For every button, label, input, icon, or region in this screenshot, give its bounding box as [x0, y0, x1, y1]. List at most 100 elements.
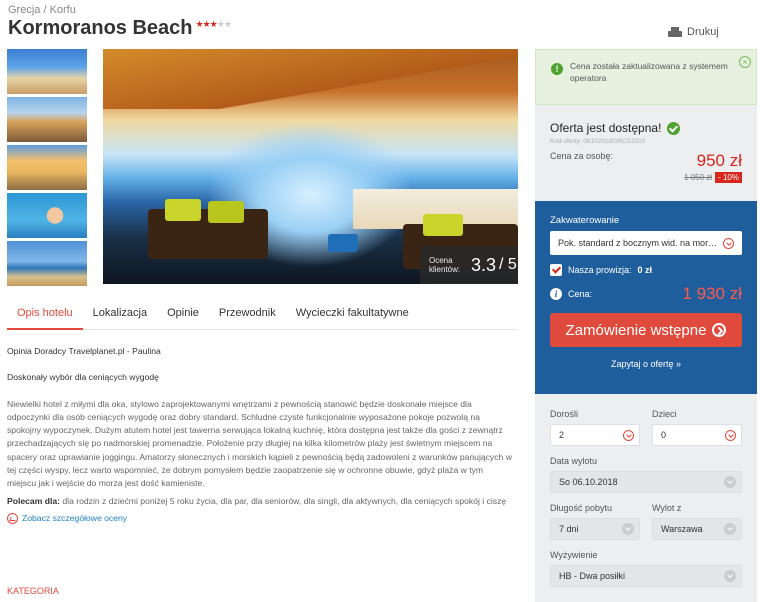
page-title: Kormoranos Beach [8, 17, 193, 39]
recommended-for-text: dla rodzin z dziećmi poniżej 5 roku życi… [60, 495, 507, 506]
board-label: Wyżywienie [550, 550, 598, 560]
departure-city-select[interactable]: Warszawa [652, 518, 742, 540]
departure-city-value: Warszawa [661, 524, 703, 534]
photo-cushion [165, 199, 201, 221]
hotel-stars: ★★★★★ [195, 19, 232, 30]
board-group: Wyżywienie HB - Dwa posiłki [550, 550, 742, 587]
commission-checkbox[interactable] [550, 264, 562, 276]
printer-icon [668, 26, 682, 38]
customer-rating-box: Ocena klientów: 3.3 / 5 [420, 246, 518, 284]
accommodation-select[interactable]: Pok. standard z bocznym wid. na mor… [550, 231, 742, 255]
trip-options-form: Dorośli 2 Dzieci 0 Data wylotu So 06.10.… [535, 394, 757, 597]
detailed-ratings-link[interactable]: Zobacz szczegółowe oceny [7, 512, 512, 525]
accommodation-label: Zakwaterowanie [550, 215, 620, 226]
children-group: Dzieci 0 [652, 409, 742, 446]
chevron-down-icon [724, 570, 736, 582]
children-value: 0 [661, 430, 667, 440]
recommended-for-label: Polecam dla: [7, 495, 61, 506]
departure-date-select[interactable]: So 06.10.2018 [550, 471, 742, 493]
breadcrumb[interactable]: Grecja / Korfu [8, 4, 76, 16]
offer-code: Kod oferty: 06102018GRCS2310 [550, 138, 646, 145]
exclamation-icon: ! [551, 63, 563, 75]
departure-city-label: Wylot z [652, 503, 682, 513]
offer-status: Oferta jest dostępna! [550, 121, 742, 135]
offer-status-text: Oferta jest dostępna! [550, 121, 662, 135]
departure-date-label: Data wylotu [550, 456, 598, 466]
gallery-thumbnail[interactable] [7, 193, 87, 238]
ask-about-offer-link[interactable]: Zapytaj o ofertę » [550, 359, 742, 369]
advisor-opinion-title: Opinia Doradcy Travelplanet.pl - Paulina [7, 346, 161, 356]
chart-icon [7, 513, 18, 525]
tab-hotel-description[interactable]: Opis hotelu [7, 307, 83, 330]
gallery-thumbnail[interactable] [7, 97, 87, 142]
close-icon[interactable]: × [739, 56, 751, 68]
tab-location[interactable]: Lokalizacja [83, 307, 157, 330]
rating-value: 3.3 [471, 254, 497, 275]
notice-text: Cena została zaktualizowana z systemem o… [570, 61, 728, 83]
hotel-tabs: Opis hotelu Lokalizacja Opinie Przewodni… [7, 307, 518, 330]
category-heading: KATEGORIA [7, 586, 59, 596]
duration-value: 7 dni [559, 524, 579, 534]
price-column: 950 zł 1 050 zł - 10% [684, 151, 742, 183]
adults-label: Dorośli [550, 409, 579, 419]
price-row: Cena za osobę: 950 zł 1 050 zł - 10% [550, 151, 742, 183]
price-per-person: 950 zł [696, 151, 742, 170]
duration-select[interactable]: 7 dni [550, 518, 640, 540]
old-price-row: 1 050 zł - 10% [684, 172, 742, 183]
gallery-thumbnail[interactable] [7, 241, 87, 286]
commission-row: Nasza prowizja: 0 zł [550, 264, 742, 276]
chevron-down-icon [724, 476, 736, 488]
chevron-down-icon [723, 237, 734, 249]
gallery-thumbnail[interactable] [7, 145, 87, 190]
tab-guide[interactable]: Przewodnik [209, 307, 286, 330]
departure-city-group: Wylot z Warszawa [652, 503, 742, 540]
children-select[interactable]: 0 [652, 424, 742, 446]
tab-reviews[interactable]: Opinie [157, 307, 209, 330]
travelers-row: Dorośli 2 Dzieci 0 [550, 409, 742, 446]
chevron-down-icon [725, 429, 736, 441]
chevron-down-icon [623, 429, 634, 441]
info-icon[interactable]: i [550, 288, 562, 300]
rating-label: Ocena klientów: [429, 256, 461, 274]
print-button[interactable]: Drukuj [668, 26, 719, 38]
departure-group: Data wylotu So 06.10.2018 [550, 456, 742, 493]
hotel-description: Opinia Doradcy Travelplanet.pl - Paulina… [7, 345, 512, 525]
photo-umbrella [103, 49, 518, 109]
photo-cushion [208, 201, 244, 223]
price-per-person-label: Cena za osobę: [550, 151, 614, 161]
photo-cushion [328, 234, 358, 252]
duration-group: Długość pobytu 7 dni [550, 503, 640, 540]
check-icon [667, 121, 681, 135]
tab-excursions[interactable]: Wycieczki fakultatywne [286, 307, 419, 330]
departure-date-value: So 06.10.2018 [559, 477, 618, 487]
star-filled-icon: ★★★ [195, 19, 218, 29]
total-price-label: Cena: [568, 289, 593, 299]
print-label: Drukuj [687, 26, 719, 38]
preliminary-order-button[interactable]: Zamówienie wstępne [550, 313, 742, 347]
recommended-for: Polecam dla: dla rodzin z dziećmi poniże… [7, 495, 512, 508]
adults-value: 2 [559, 430, 565, 440]
total-price-row: i Cena: 1 930 zł [550, 284, 742, 304]
duration-row: Długość pobytu 7 dni Wylot z Warszawa [550, 503, 742, 540]
total-price-label-group: i Cena: [550, 288, 592, 300]
chevron-down-icon [724, 523, 736, 535]
total-price: 1 930 zł [682, 284, 742, 303]
description-body: Niewielki hotel z miłymi dla oka, stylow… [7, 398, 512, 489]
description-subheading: Doskonały wybór dla ceniących wygodę [7, 372, 159, 383]
star-empty-icon: ★★ [216, 19, 232, 29]
adults-select[interactable]: 2 [550, 424, 640, 446]
price-update-notice: ! Cena została zaktualizowana z systemem… [535, 49, 757, 105]
commission-value: 0 zł [637, 265, 653, 275]
board-select[interactable]: HB - Dwa posiłki [550, 565, 742, 587]
old-price: 1 050 zł [684, 173, 713, 182]
thumbnail-strip [7, 49, 87, 289]
board-value: HB - Dwa posiłki [559, 571, 626, 581]
order-button-label: Zamówienie wstępne [565, 321, 707, 339]
adults-group: Dorośli 2 [550, 409, 640, 446]
children-label: Dzieci [652, 409, 677, 419]
booking-sidebar: ! Cena została zaktualizowana z systemem… [535, 49, 757, 602]
chevron-down-icon [622, 523, 634, 535]
arrow-right-icon [712, 323, 727, 337]
duration-label: Długość pobytu [550, 503, 613, 513]
gallery-thumbnail[interactable] [7, 49, 87, 94]
